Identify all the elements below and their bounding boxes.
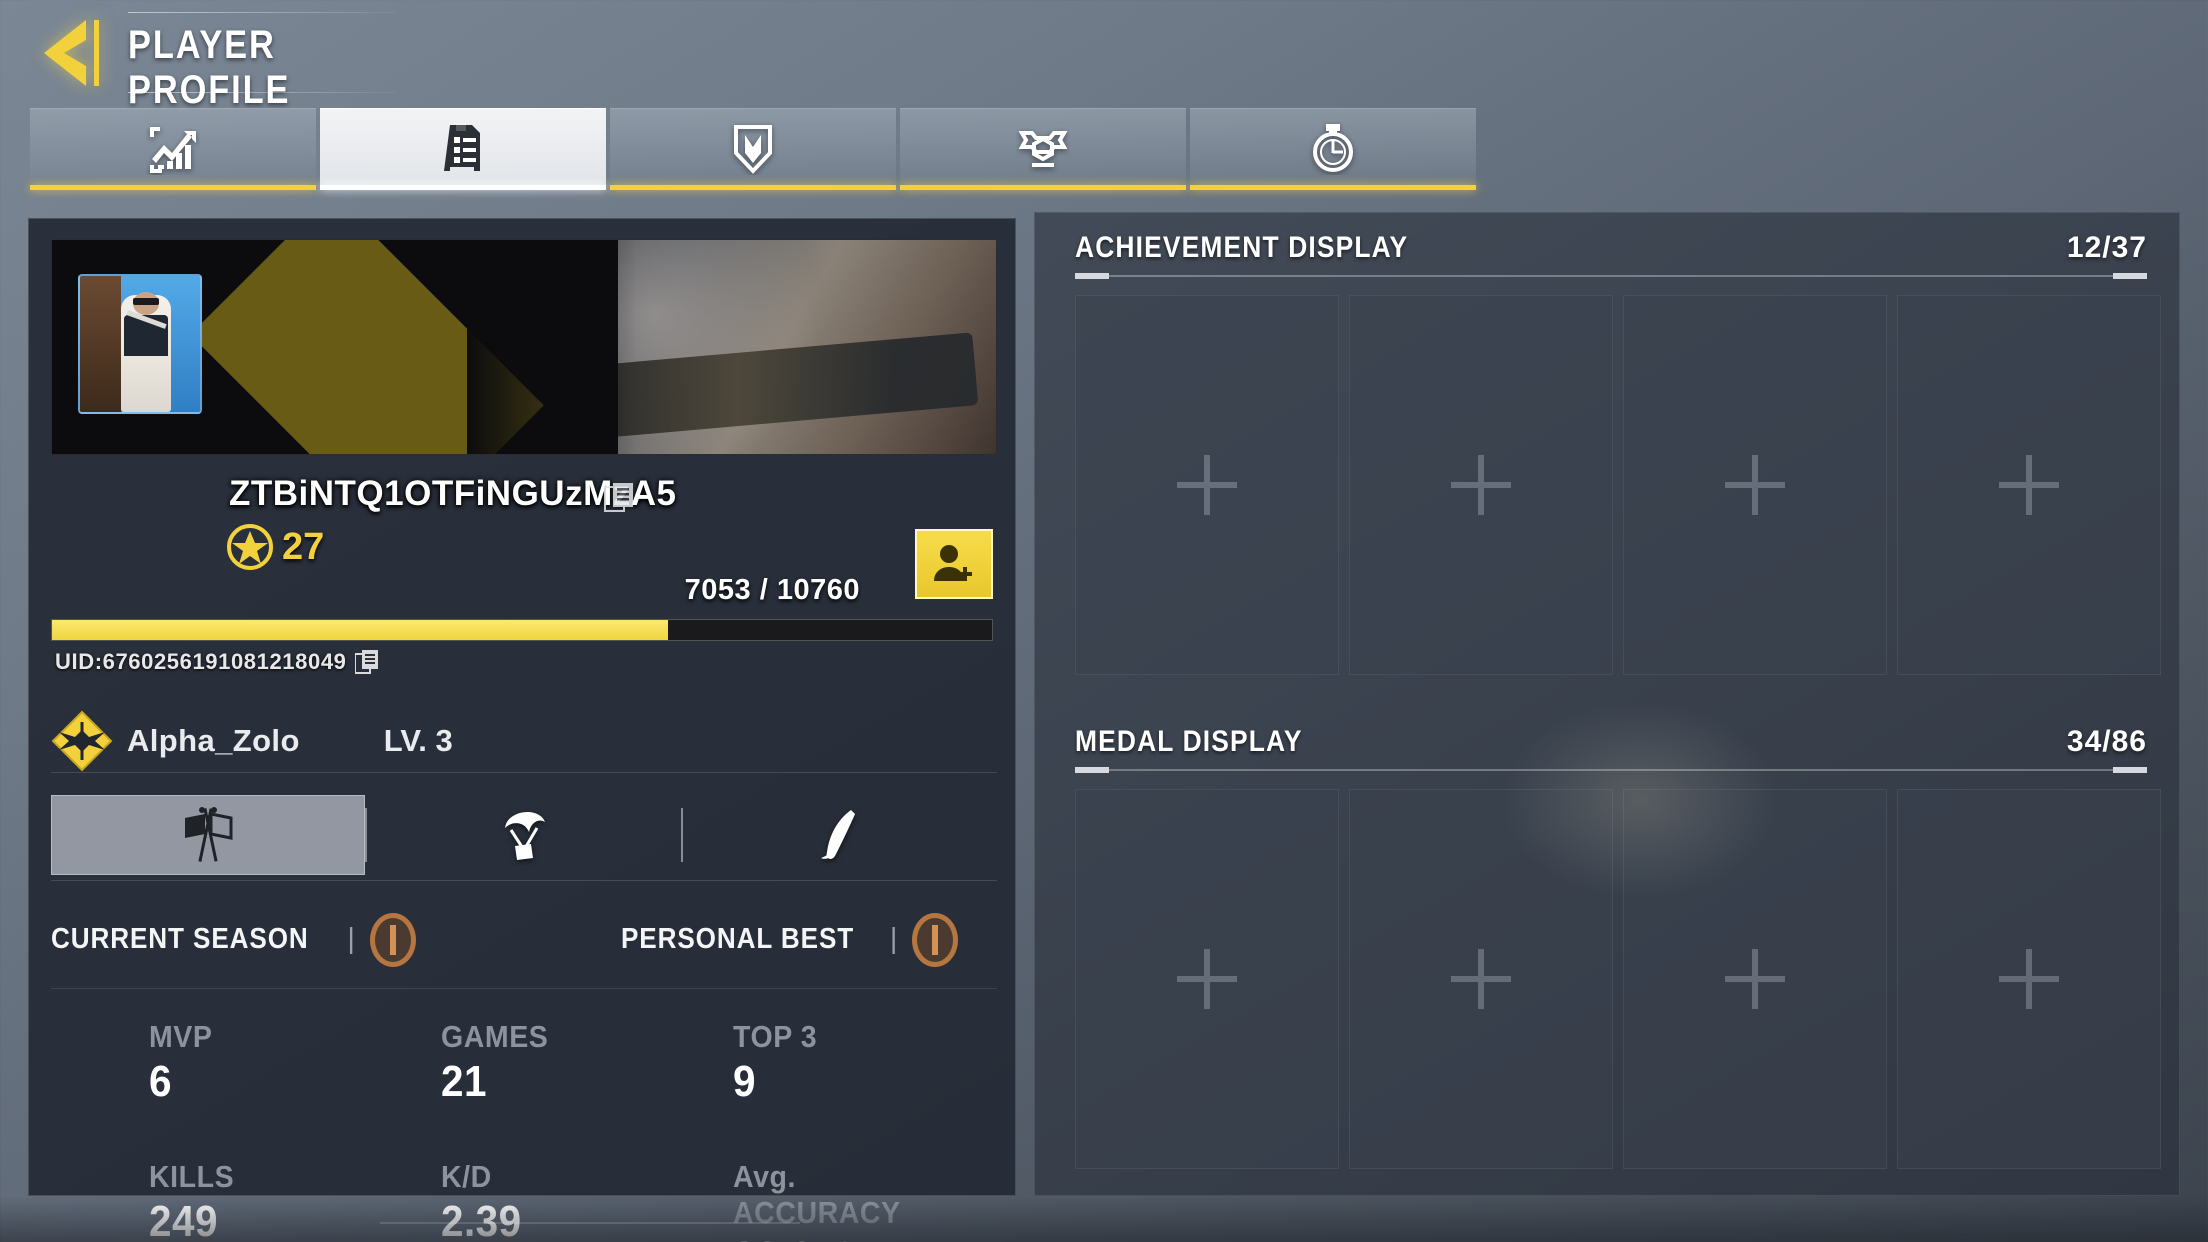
stat-label: KILLS [149, 1159, 235, 1194]
back-arrow-icon[interactable] [40, 14, 110, 92]
current-season-block: CURRENT SEASON | [51, 909, 421, 971]
medal-slot-1[interactable] [1075, 789, 1339, 1169]
achievement-slot-row [1075, 295, 2161, 675]
medal-display-header: MEDAL DISPLAY 34/86 [1075, 725, 2147, 779]
section-rule [1075, 767, 2147, 773]
tab-timed[interactable] [1190, 108, 1476, 190]
plus-icon [1725, 455, 1785, 515]
title-rule-bottom [128, 92, 396, 93]
right-panel: ACHIEVEMENT DISPLAY 12/37 MEDAL DISPLAY … [1034, 212, 2180, 1196]
avatar[interactable] [78, 274, 202, 414]
xp-text: 7053 / 10760 [684, 574, 860, 606]
season-divider-2: | [889, 923, 898, 955]
stat-label: MVP [149, 1019, 213, 1054]
uid-row: UID:6760256191081218049 [55, 649, 379, 675]
tab-ranked[interactable] [900, 108, 1186, 190]
clan-level: LV. 3 [383, 722, 453, 758]
copy-icon[interactable] [604, 481, 634, 515]
section-rule [1075, 273, 2147, 279]
stat-cell: MVP 6 [149, 1019, 441, 1107]
clan-name: Alpha_Zolo [127, 722, 300, 758]
xp-progress-fill [52, 620, 668, 640]
medal-slot-2[interactable] [1349, 789, 1613, 1169]
stat-cell: GAMES 21 [441, 1019, 733, 1107]
plus-icon [1177, 949, 1237, 1009]
player-card[interactable] [51, 239, 997, 455]
add-friend-icon[interactable] [915, 529, 993, 599]
bottom-divider [380, 1222, 800, 1224]
bottom-edge [0, 1196, 2208, 1242]
player-level-number: 27 [282, 525, 325, 568]
tab-bar [30, 108, 1480, 190]
mode-tab-bar [51, 789, 997, 881]
page-title-wrap: PLAYER PROFILE [128, 10, 418, 112]
medal-display-title: MEDAL DISPLAY [1075, 725, 1303, 758]
plus-icon [1725, 949, 1785, 1009]
tab-records[interactable] [320, 108, 606, 190]
personal-best-block: PERSONAL BEST | [621, 909, 964, 971]
bronze-rank-medal-icon [912, 912, 959, 967]
achievement-slot-3[interactable] [1623, 295, 1887, 675]
plus-icon [1999, 455, 2059, 515]
plus-icon [1999, 949, 2059, 1009]
xp-progress-bar [51, 619, 993, 641]
stat-label: K/D [441, 1159, 492, 1194]
player-profile-screen: PLAYER PROFILE ZTBiNTQ1OTFiNGUzMzA5 27 7… [0, 0, 2208, 1242]
stat-value: 9 [733, 1057, 756, 1106]
clan-row[interactable]: Alpha_Zolo LV. 3 [51, 709, 997, 773]
copy-icon[interactable] [353, 649, 379, 675]
achievement-display-header: ACHIEVEMENT DISPLAY 12/37 [1075, 231, 2147, 285]
bronze-rank-medal-icon [369, 912, 416, 967]
page-title: PLAYER PROFILE [128, 23, 291, 112]
title-rule-top [128, 12, 396, 13]
stat-cell: TOP 3 9 [733, 1019, 969, 1107]
season-divider: | [347, 923, 355, 955]
current-season-label: CURRENT SEASON [51, 923, 309, 955]
medal-slot-row [1075, 789, 2161, 1169]
tab-badges[interactable] [610, 108, 896, 190]
stat-label: TOP 3 [733, 1019, 818, 1054]
medal-display-count: 34/86 [2066, 725, 2147, 758]
achievement-slot-2[interactable] [1349, 295, 1613, 675]
uid-label: UID:6760256191081218049 [55, 649, 347, 674]
achievement-display-title: ACHIEVEMENT DISPLAY [1075, 231, 1409, 264]
left-panel: ZTBiNTQ1OTFiNGUzMzA5 27 7053 / 10760 UID… [28, 218, 1016, 1242]
stat-value: 6 [149, 1057, 172, 1106]
plus-icon [1177, 455, 1237, 515]
stat-value: 21 [441, 1057, 487, 1106]
achievement-slot-1[interactable] [1075, 295, 1339, 675]
medal-slot-4[interactable] [1897, 789, 2161, 1169]
mode-battleroyale[interactable] [367, 795, 681, 875]
tab-stats[interactable] [30, 108, 316, 190]
stat-label: GAMES [441, 1019, 549, 1054]
player-level: 27 [227, 524, 324, 570]
plus-icon [1451, 949, 1511, 1009]
medal-slot-3[interactable] [1623, 789, 1887, 1169]
season-row: CURRENT SEASON | PERSONAL BEST | [51, 891, 997, 989]
achievement-display-count: 12/37 [2066, 231, 2147, 264]
clan-emblem-icon [51, 710, 113, 771]
mode-sniper[interactable] [683, 795, 997, 875]
personal-best-label: PERSONAL BEST [620, 923, 854, 955]
header: PLAYER PROFILE [0, 0, 2208, 112]
plus-icon [1451, 455, 1511, 515]
star-badge-icon [227, 524, 273, 570]
mode-multiplayer[interactable] [51, 794, 366, 875]
achievement-slot-4[interactable] [1897, 295, 2161, 675]
